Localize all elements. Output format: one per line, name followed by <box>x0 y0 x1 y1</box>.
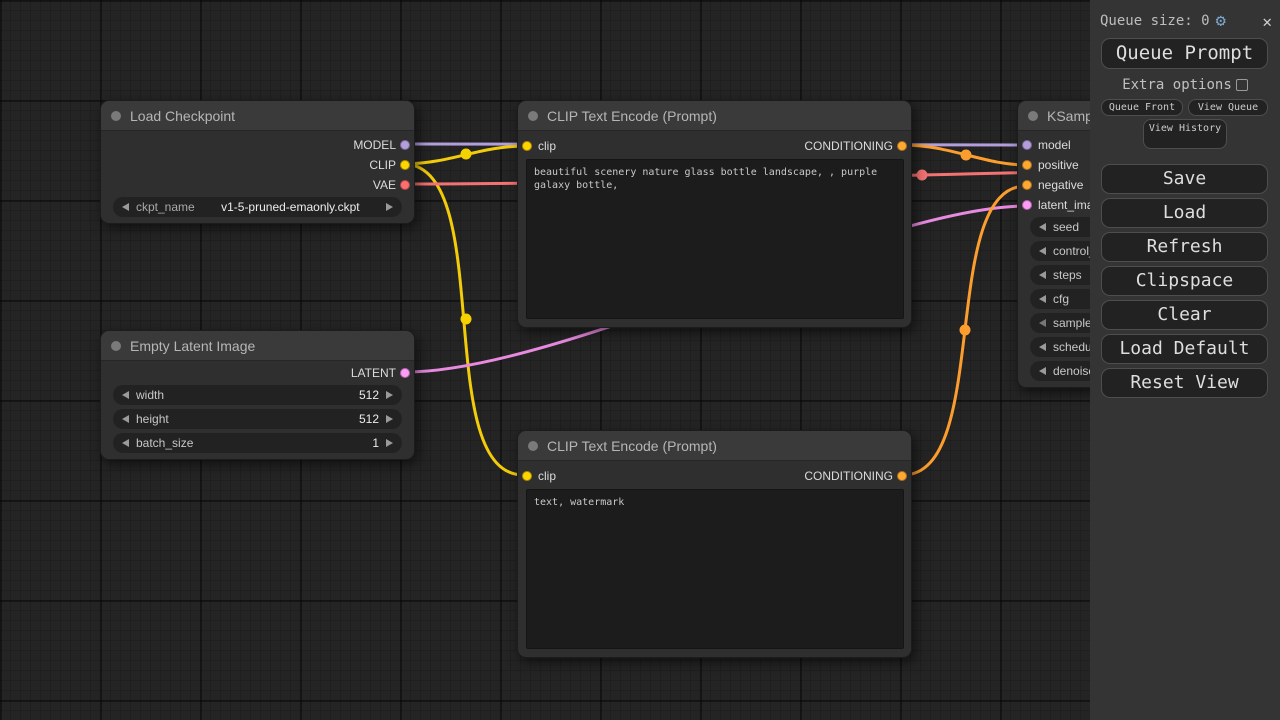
menu-header: Queue size: 0 ⚙ ✕ <box>1100 10 1272 32</box>
output-label-model: MODEL <box>353 136 396 154</box>
ckpt-name-widget[interactable]: ckpt_name v1-5-pruned-emaonly.ckpt <box>113 197 402 217</box>
width-widget[interactable]: width 512 <box>113 385 402 405</box>
collapse-dot-icon[interactable] <box>111 341 121 351</box>
output-socket-vae[interactable] <box>400 180 410 190</box>
input-socket-latent-image[interactable] <box>1022 200 1032 210</box>
widget-value: v1-5-pruned-emaonly.ckpt <box>202 200 379 214</box>
node-title: CLIP Text Encode (Prompt) <box>547 108 717 124</box>
reset-view-button[interactable]: Reset View <box>1101 368 1268 398</box>
queue-front-button[interactable]: Queue Front <box>1101 99 1183 116</box>
increment-arrow-icon[interactable] <box>386 391 393 399</box>
output-socket-conditioning[interactable] <box>897 471 907 481</box>
comfy-menu-panel: Queue size: 0 ⚙ ✕ Queue Prompt Extra opt… <box>1090 0 1280 720</box>
output-socket-clip[interactable] <box>400 160 410 170</box>
increment-arrow-icon[interactable] <box>386 203 393 211</box>
output-socket-model[interactable] <box>400 140 410 150</box>
link-midpoint-dot[interactable] <box>461 149 472 160</box>
widget-value: 512 <box>359 412 379 426</box>
increment-arrow-icon[interactable] <box>386 439 393 447</box>
link-midpoint-dot[interactable] <box>961 150 972 161</box>
extra-options-row: Extra options <box>1090 78 1280 92</box>
output-label-latent: LATENT <box>351 364 396 382</box>
link-midpoint-dot[interactable] <box>917 170 928 181</box>
decrement-arrow-icon[interactable] <box>122 439 129 447</box>
clear-button[interactable]: Clear <box>1101 300 1268 330</box>
node-empty-latent-image[interactable]: Empty Latent Image LATENT width 512 heig… <box>100 330 415 460</box>
queue-size-label: Queue size: 0 <box>1100 13 1210 29</box>
input-label-clip: clip <box>538 137 556 155</box>
link-midpoint-dot[interactable] <box>960 325 971 336</box>
input-socket-clip[interactable] <box>522 471 532 481</box>
decrement-arrow-icon[interactable] <box>122 391 129 399</box>
node-title-bar[interactable]: Empty Latent Image <box>101 331 414 361</box>
decrement-arrow-icon[interactable] <box>1039 247 1046 255</box>
refresh-button[interactable]: Refresh <box>1101 232 1268 262</box>
increment-arrow-icon[interactable] <box>386 415 393 423</box>
output-socket-latent[interactable] <box>400 368 410 378</box>
decrement-arrow-icon[interactable] <box>1039 223 1046 231</box>
input-label-positive: positive <box>1038 156 1079 174</box>
decrement-arrow-icon[interactable] <box>1039 343 1046 351</box>
input-socket-negative[interactable] <box>1022 180 1032 190</box>
node-clip-text-encode-positive[interactable]: CLIP Text Encode (Prompt) clip CONDITION… <box>517 100 912 328</box>
input-socket-positive[interactable] <box>1022 160 1032 170</box>
widget-label: cfg <box>1053 292 1069 306</box>
node-title: CLIP Text Encode (Prompt) <box>547 438 717 454</box>
extra-options-checkbox[interactable] <box>1236 79 1248 91</box>
decrement-arrow-icon[interactable] <box>1039 271 1046 279</box>
input-socket-clip[interactable] <box>522 141 532 151</box>
widget-label: steps <box>1053 268 1082 282</box>
close-icon[interactable]: ✕ <box>1262 12 1272 31</box>
widget-label: width <box>136 388 164 402</box>
output-label-conditioning: CONDITIONING <box>804 467 893 485</box>
node-title-bar[interactable]: CLIP Text Encode (Prompt) <box>518 101 911 131</box>
output-socket-conditioning[interactable] <box>897 141 907 151</box>
collapse-dot-icon[interactable] <box>528 111 538 121</box>
positive-prompt-textarea[interactable]: beautiful scenery nature glass bottle la… <box>526 159 904 319</box>
decrement-arrow-icon[interactable] <box>1039 319 1046 327</box>
widget-value: 512 <box>359 388 379 402</box>
widget-label: batch_size <box>136 436 193 450</box>
batch-size-widget[interactable]: batch_size 1 <box>113 433 402 453</box>
negative-prompt-textarea[interactable]: text, watermark <box>526 489 904 649</box>
widget-label: denoise <box>1053 364 1095 378</box>
decrement-arrow-icon[interactable] <box>122 415 129 423</box>
node-load-checkpoint[interactable]: Load Checkpoint MODEL CLIP VAE ckpt_name… <box>100 100 415 224</box>
decrement-arrow-icon[interactable] <box>122 203 129 211</box>
view-queue-button[interactable]: View Queue <box>1188 99 1268 116</box>
node-title: Load Checkpoint <box>130 108 235 124</box>
input-socket-model[interactable] <box>1022 140 1032 150</box>
height-widget[interactable]: height 512 <box>113 409 402 429</box>
node-title: Empty Latent Image <box>130 338 255 354</box>
collapse-dot-icon[interactable] <box>1028 111 1038 121</box>
widget-label: ckpt_name <box>136 200 195 214</box>
view-history-button[interactable]: View History <box>1143 119 1227 149</box>
node-title-bar[interactable]: CLIP Text Encode (Prompt) <box>518 431 911 461</box>
collapse-dot-icon[interactable] <box>528 441 538 451</box>
load-button[interactable]: Load <box>1101 198 1268 228</box>
settings-gear-icon[interactable]: ⚙ <box>1216 11 1226 31</box>
load-default-button[interactable]: Load Default <box>1101 334 1268 364</box>
widget-label: height <box>136 412 169 426</box>
node-clip-text-encode-negative[interactable]: CLIP Text Encode (Prompt) clip CONDITION… <box>517 430 912 658</box>
decrement-arrow-icon[interactable] <box>1039 367 1046 375</box>
input-label-clip: clip <box>538 467 556 485</box>
widget-value: 1 <box>372 436 379 450</box>
input-label-negative: negative <box>1038 176 1083 194</box>
collapse-dot-icon[interactable] <box>111 111 121 121</box>
output-label-vae: VAE <box>373 176 396 194</box>
decrement-arrow-icon[interactable] <box>1039 295 1046 303</box>
widget-label: seed <box>1053 220 1079 234</box>
input-label-model: model <box>1038 136 1071 154</box>
output-label-clip: CLIP <box>369 156 396 174</box>
queue-prompt-button[interactable]: Queue Prompt <box>1101 38 1268 69</box>
clipspace-button[interactable]: Clipspace <box>1101 266 1268 296</box>
extra-options-label: Extra options <box>1122 77 1232 93</box>
node-title-bar[interactable]: Load Checkpoint <box>101 101 414 131</box>
output-label-conditioning: CONDITIONING <box>804 137 893 155</box>
save-button[interactable]: Save <box>1101 164 1268 194</box>
link-midpoint-dot[interactable] <box>461 314 472 325</box>
